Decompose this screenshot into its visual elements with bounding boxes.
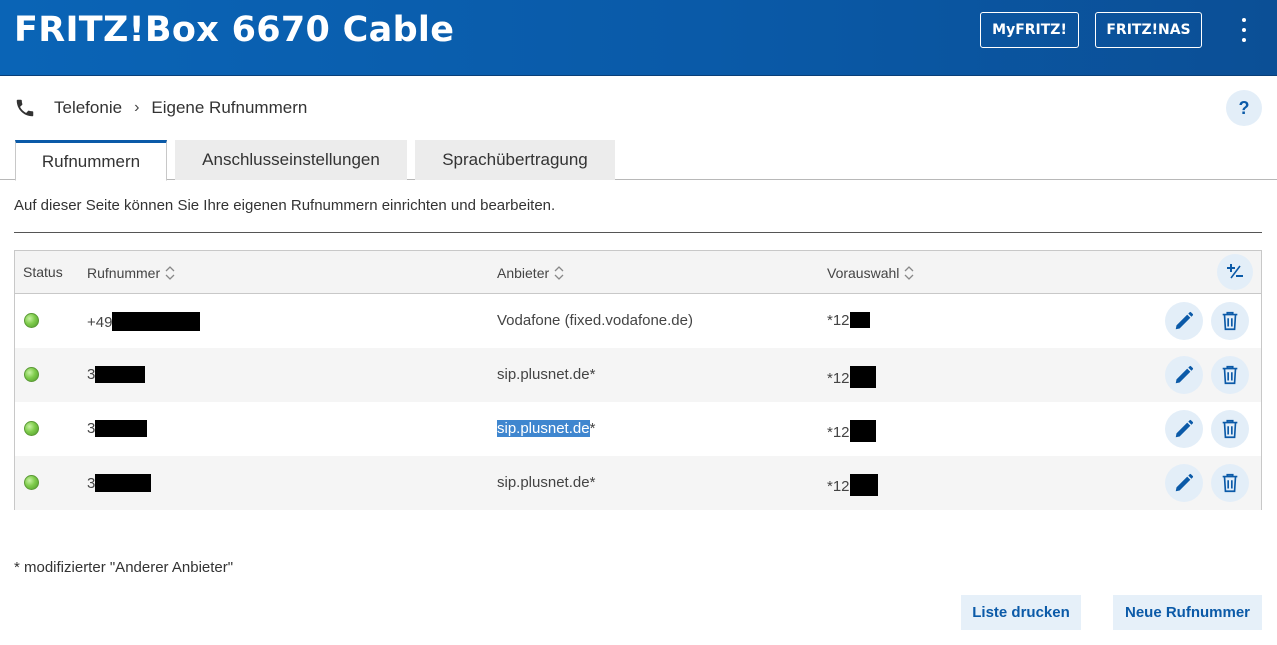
header-number-label: Rufnummer [87, 265, 161, 281]
provider-suffix: * [589, 474, 596, 491]
plus-minus-icon[interactable] [1217, 254, 1253, 290]
trash-icon [1222, 365, 1238, 385]
preselect-prefix: *12 [827, 312, 850, 329]
number-cell: +49 [87, 312, 201, 331]
tab-bar: Rufnummern Anschlusseinstellungen Sprach… [0, 140, 1277, 181]
preselect-prefix: *12 [827, 424, 850, 441]
provider-name: Vodafone (fixed.vodafone.de) [497, 312, 693, 329]
brand-title: FRITZ!Box 6670 Cable [14, 10, 455, 50]
trash-icon [1222, 311, 1238, 331]
phone-icon [16, 99, 34, 117]
preselect-cell: *12 [827, 420, 876, 442]
tab-sprachuebertragung[interactable]: Sprachübertragung [415, 140, 615, 180]
header-provider-label: Anbieter [497, 265, 550, 281]
divider [14, 232, 1262, 233]
number-prefix: +49 [87, 314, 113, 331]
breadcrumb-eigene-rufnummern: Eigene Rufnummern [151, 98, 308, 117]
edit-button[interactable] [1165, 410, 1203, 448]
table-row: 3 sip.plusnet.de* *12 [15, 402, 1261, 456]
numbers-table: Status Rufnummer Anbieter Vorauswahl +49 [14, 250, 1262, 510]
number-cell: 3 [87, 420, 148, 437]
pencil-icon [1175, 365, 1194, 384]
help-button[interactable]: ? [1226, 90, 1262, 126]
provider-suffix: * [589, 366, 596, 383]
status-ok-icon [24, 313, 39, 328]
pencil-icon [1175, 311, 1194, 330]
breadcrumb-telefonie[interactable]: Telefonie [54, 98, 122, 118]
preselect-cell: *12 [827, 474, 878, 496]
redacted-block [112, 312, 201, 331]
table-header: Status Rufnummer Anbieter Vorauswahl [15, 251, 1261, 294]
preselect-cell: *12 [827, 366, 876, 388]
number-cell: 3 [87, 474, 152, 492]
provider-cell: sip.plusnet.de* [497, 366, 595, 383]
print-list-button[interactable]: Liste drucken [961, 595, 1081, 630]
table-row: 3 sip.plusnet.de* *12 [15, 348, 1261, 402]
trash-icon [1222, 419, 1238, 439]
provider-name: sip.plusnet.de [497, 474, 590, 491]
number-prefix: 3 [87, 366, 96, 383]
pencil-icon [1175, 473, 1194, 492]
delete-button[interactable] [1211, 356, 1249, 394]
preselect-cell: *12 [827, 312, 870, 329]
provider-name-selected: sip.plusnet.de [497, 420, 590, 437]
redacted-block [849, 420, 876, 442]
redacted-block [849, 474, 878, 496]
footnote: * modifizierter "Anderer Anbieter" [14, 559, 234, 576]
header-number[interactable]: Rufnummer [87, 264, 176, 282]
table-row: 3 sip.plusnet.de* *12 [15, 456, 1261, 510]
provider-cell: sip.plusnet.de* [497, 474, 595, 491]
provider-name: sip.plusnet.de [497, 366, 590, 383]
edit-button[interactable] [1165, 302, 1203, 340]
sort-icon [554, 266, 564, 280]
delete-button[interactable] [1211, 410, 1249, 448]
number-prefix: 3 [87, 475, 96, 492]
redacted-block [95, 420, 148, 437]
redacted-block [95, 366, 146, 383]
delete-button[interactable] [1211, 464, 1249, 502]
preselect-prefix: *12 [827, 370, 850, 387]
provider-suffix: * [589, 420, 596, 437]
breadcrumb: Telefonie › Eigene Rufnummern [14, 94, 307, 122]
fritznas-button[interactable]: FRITZ!NAS [1095, 12, 1202, 48]
status-ok-icon [24, 475, 39, 490]
edit-button[interactable] [1165, 356, 1203, 394]
provider-cell: sip.plusnet.de* [497, 420, 595, 437]
intro-text: Auf dieser Seite können Sie Ihre eigenen… [14, 197, 556, 214]
provider-cell: Vodafone (fixed.vodafone.de) [497, 312, 693, 329]
table-row: +49 Vodafone (fixed.vodafone.de) *12 [15, 294, 1261, 348]
pencil-icon [1175, 419, 1194, 438]
sort-icon [165, 266, 175, 280]
number-prefix: 3 [87, 420, 96, 437]
top-header: FRITZ!Box 6670 Cable MyFRITZ! FRITZ!NAS [0, 0, 1277, 76]
tab-anschlusseinstellungen[interactable]: Anschlusseinstellungen [175, 140, 407, 180]
myfritz-button[interactable]: MyFRITZ! [980, 12, 1079, 48]
chevron-right-icon: › [134, 99, 140, 116]
edit-button[interactable] [1165, 464, 1203, 502]
preselect-prefix: *12 [827, 478, 850, 495]
new-number-button[interactable]: Neue Rufnummer [1113, 595, 1262, 630]
header-preselect-label: Vorauswahl [827, 265, 900, 281]
status-ok-icon [24, 421, 39, 436]
header-provider[interactable]: Anbieter [497, 264, 565, 282]
tab-rufnummern[interactable]: Rufnummern [15, 140, 167, 181]
redacted-block [95, 474, 152, 492]
redacted-block [849, 366, 876, 388]
plus-minus-glyph [1227, 264, 1243, 279]
header-status: Status [23, 264, 63, 280]
delete-button[interactable] [1211, 302, 1249, 340]
number-cell: 3 [87, 366, 146, 383]
sort-icon [904, 266, 914, 280]
trash-icon [1222, 473, 1238, 493]
redacted-block [849, 312, 870, 328]
status-ok-icon [24, 367, 39, 382]
kebab-menu-icon[interactable] [1233, 18, 1255, 42]
header-preselect[interactable]: Vorauswahl [827, 264, 915, 282]
